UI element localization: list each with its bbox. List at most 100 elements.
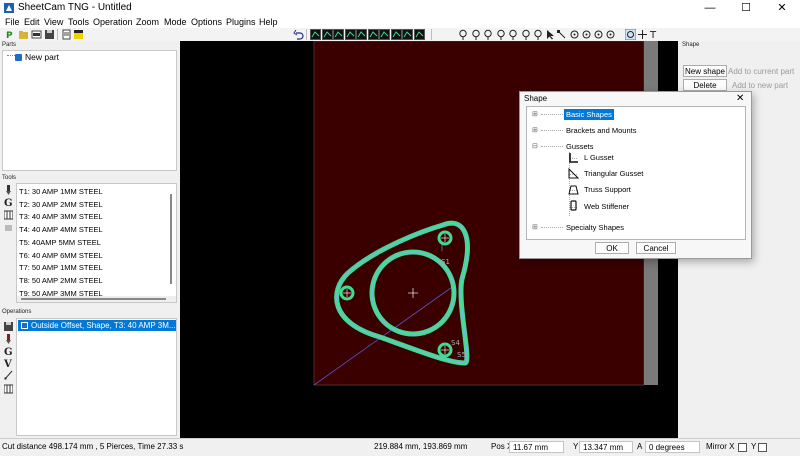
tree-triangular-gusset[interactable]: Triangular Gusset: [584, 168, 643, 179]
print-icon[interactable]: [61, 29, 72, 40]
cancel-button[interactable]: Cancel: [636, 242, 676, 254]
rotate-icon[interactable]: [624, 28, 637, 41]
show-holes-icon[interactable]: [356, 29, 367, 40]
close-button[interactable]: ✕: [764, 0, 800, 16]
move-icon[interactable]: [637, 29, 648, 40]
tree-web-stiffener[interactable]: Web Stiffener: [584, 201, 629, 212]
menu-mode[interactable]: Mode: [164, 16, 187, 28]
tool-item[interactable]: T2: 30 AMP 2MM STEEL: [19, 199, 103, 212]
undo-icon[interactable]: [293, 29, 304, 40]
collapse-icon[interactable]: ⊟: [532, 142, 538, 150]
start-point-icon[interactable]: [593, 29, 604, 40]
torch-icon[interactable]: [4, 334, 13, 344]
maximize-button[interactable]: ☐: [728, 0, 764, 16]
select-arrow-icon[interactable]: [545, 29, 556, 40]
horizontal-scrollbar[interactable]: [17, 296, 176, 302]
tool-item[interactable]: T7: 50 AMP 1MM STEEL: [19, 262, 103, 275]
tab-icon[interactable]: [605, 29, 616, 40]
menu-tools[interactable]: Tools: [68, 16, 89, 28]
menu-operation[interactable]: Operation: [93, 16, 133, 28]
tool-item[interactable]: T1: 30 AMP 1MM STEEL: [19, 186, 103, 199]
pos-x-field[interactable]: 11.67 mm: [509, 441, 564, 453]
zoom-fit-icon[interactable]: [483, 29, 494, 40]
minimize-button[interactable]: —: [692, 0, 728, 16]
tree-truss-support[interactable]: Truss Support: [584, 184, 631, 195]
path-icon[interactable]: [4, 370, 13, 380]
shape-label-s1: S1: [441, 258, 450, 266]
show-rapids-icon[interactable]: [344, 29, 356, 40]
expand-icon[interactable]: ⊞: [532, 110, 538, 118]
checkbox-checked[interactable]: [21, 322, 28, 329]
color-icon[interactable]: [73, 29, 84, 40]
table-icon[interactable]: [3, 210, 14, 220]
zoom-part-icon[interactable]: [496, 29, 507, 40]
scrollbar-thumb[interactable]: [21, 298, 166, 300]
tool-item[interactable]: T3: 40 AMP 3MM STEEL: [19, 211, 103, 224]
tree-l-gusset[interactable]: L Gusset: [584, 152, 614, 163]
gcode-icon[interactable]: G: [4, 197, 13, 209]
show-dims-icon[interactable]: [402, 29, 413, 40]
vertical-scrollbar-thumb[interactable]: [170, 194, 172, 284]
tool-item[interactable]: T8: 50 AMP 2MM STEEL: [19, 275, 103, 288]
tool-item[interactable]: T4: 40 AMP 4MM STEEL: [19, 224, 103, 237]
save-operation-icon[interactable]: [4, 322, 13, 331]
tree-basic-shapes[interactable]: Basic Shapes: [564, 109, 614, 120]
show-tabs-icon[interactable]: [367, 29, 379, 40]
status-bar: Cut distance 498.174 mm , 5 Pierces, Tim…: [0, 438, 800, 456]
text-icon[interactable]: T: [649, 29, 660, 41]
menu-options[interactable]: Options: [191, 16, 222, 28]
delete-button[interactable]: Delete: [683, 79, 727, 91]
zoom-in-icon[interactable]: [458, 29, 469, 40]
node-edit-icon[interactable]: [556, 29, 567, 40]
drill-icon[interactable]: [4, 223, 13, 233]
tool-item[interactable]: T5: 40AMP 5MM STEEL: [19, 237, 101, 250]
zoom-stock-icon[interactable]: [521, 29, 532, 40]
mirror-y-checkbox[interactable]: [758, 443, 767, 452]
expand-icon[interactable]: ⊞: [532, 126, 538, 134]
torch-icon[interactable]: [4, 185, 13, 195]
vcarve-icon[interactable]: V: [3, 358, 13, 370]
mirror-x-checkbox[interactable]: [738, 443, 747, 452]
menu-file[interactable]: File: [5, 16, 20, 28]
ok-button[interactable]: OK: [595, 242, 629, 254]
add-to-current-part-button[interactable]: Add to current part: [728, 67, 794, 76]
menu-edit[interactable]: Edit: [24, 16, 40, 28]
show-paths-icon[interactable]: [333, 29, 344, 40]
show-start-icon[interactable]: [390, 29, 402, 40]
open-file-icon[interactable]: [18, 29, 29, 40]
point-icon[interactable]: [569, 29, 580, 40]
gcode-icon[interactable]: G: [4, 346, 13, 358]
add-to-new-part-button[interactable]: Add to new part: [732, 81, 788, 90]
pos-y-field[interactable]: 13.347 mm: [579, 441, 633, 453]
menu-help[interactable]: Help: [259, 16, 278, 28]
show-shapes-icon[interactable]: [321, 29, 333, 40]
show-stock-icon[interactable]: [310, 29, 321, 40]
tool-item[interactable]: T6: 40 AMP 6MM STEEL: [19, 250, 103, 263]
post-process-icon[interactable]: P: [5, 29, 16, 41]
angle-field[interactable]: 0 degrees: [645, 441, 700, 453]
tree-brackets-mounts[interactable]: Brackets and Mounts: [566, 125, 636, 136]
operation-item-selected[interactable]: Outside Offset, Shape, T3: 40 AMP 3M...: [18, 320, 176, 331]
part-item-label[interactable]: New part: [25, 52, 59, 62]
save-icon[interactable]: [44, 29, 55, 40]
pierce-icon[interactable]: [581, 29, 592, 40]
expand-icon[interactable]: ⊞: [532, 223, 538, 231]
tree-specialty-shapes[interactable]: Specialty Shapes: [566, 222, 624, 233]
dialog-close-button[interactable]: ✕: [736, 93, 744, 104]
zoom-prev-icon[interactable]: [533, 29, 544, 40]
show-lead-icon[interactable]: [379, 29, 390, 40]
operation-item-label: Outside Offset, Shape, T3: 40 AMP 3M...: [31, 321, 176, 330]
shape-panel-title: Shape: [680, 41, 800, 49]
table-icon[interactable]: [3, 384, 14, 394]
tree-gussets[interactable]: Gussets: [566, 141, 594, 152]
zoom-out-icon[interactable]: [471, 29, 482, 40]
menu-view[interactable]: View: [44, 16, 63, 28]
zoom-window-icon[interactable]: [508, 29, 519, 40]
menu-zoom[interactable]: Zoom: [136, 16, 159, 28]
new-shape-button[interactable]: New shape: [683, 65, 727, 77]
svg-text:T: T: [649, 30, 657, 40]
drawing-icon[interactable]: [31, 29, 42, 40]
checkbox-checked[interactable]: [15, 54, 22, 61]
menu-plugins[interactable]: Plugins: [226, 16, 256, 28]
show-fill-icon[interactable]: [413, 29, 425, 40]
